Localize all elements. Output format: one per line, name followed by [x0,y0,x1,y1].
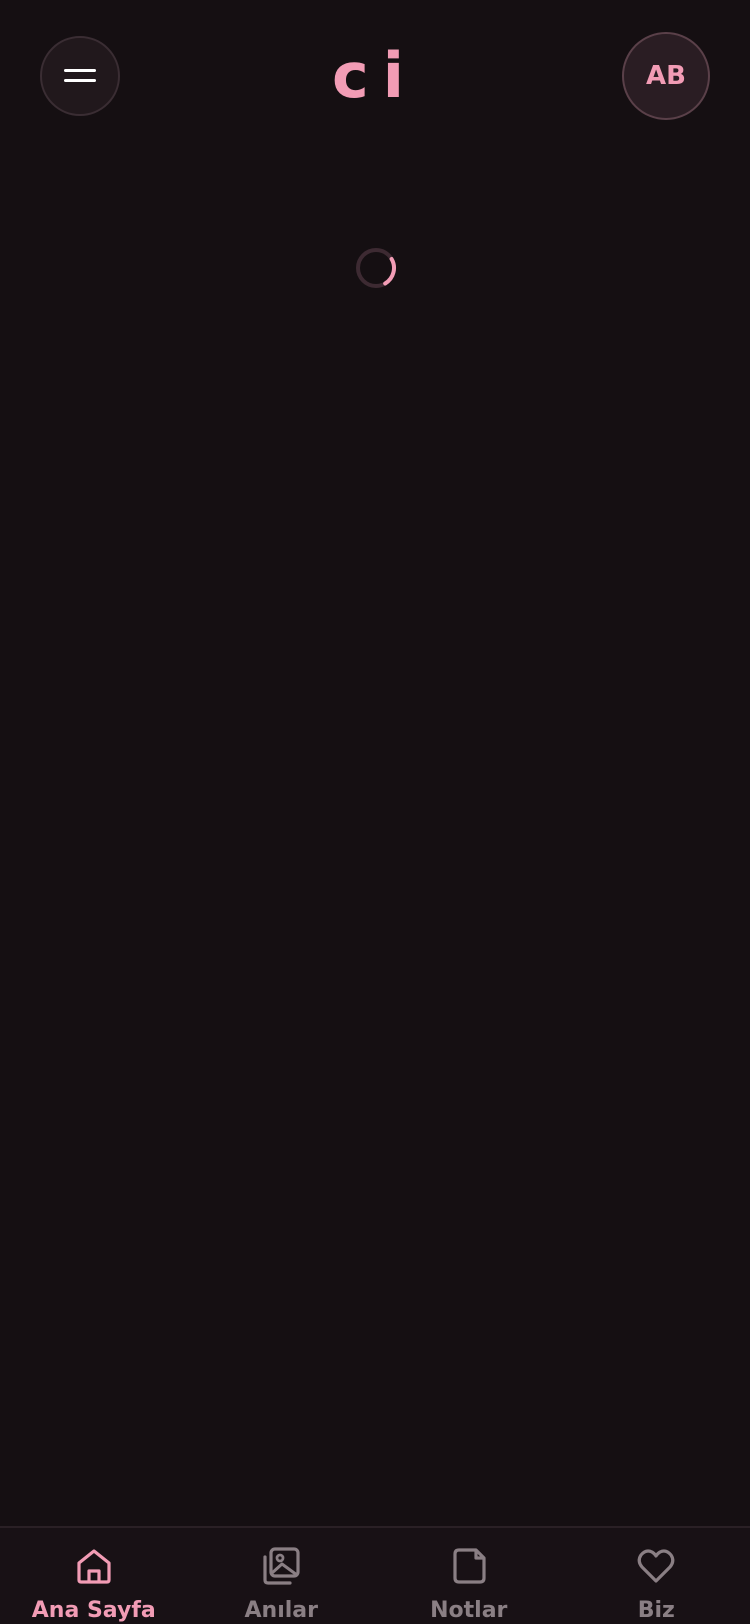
avatar-button[interactable]: AB [622,32,710,120]
nav-item-notes[interactable]: Notlar [375,1528,563,1624]
nav-label-us: Biz [637,1598,675,1623]
nav-item-memories[interactable]: Anılar [188,1528,376,1624]
gallery-icon [263,1547,300,1585]
heart-icon [637,1549,675,1583]
nav-item-us[interactable]: Biz [563,1528,750,1624]
nav-label-memories: Anılar [244,1598,318,1623]
home-icon [77,1549,111,1584]
bottom-navigation: Ana Sayfa Anılar Notlar Biz [0,1526,750,1624]
avatar-initials: AB [646,61,686,91]
note-icon [453,1548,486,1584]
app-screen: ci AB Ana Sayfa Anılar Notlar Biz [0,0,750,1624]
nav-item-home[interactable]: Ana Sayfa [0,1528,188,1624]
nav-label-notes: Notlar [430,1598,508,1623]
loading-spinner-icon [356,248,396,288]
nav-label-home: Ana Sayfa [31,1598,156,1623]
